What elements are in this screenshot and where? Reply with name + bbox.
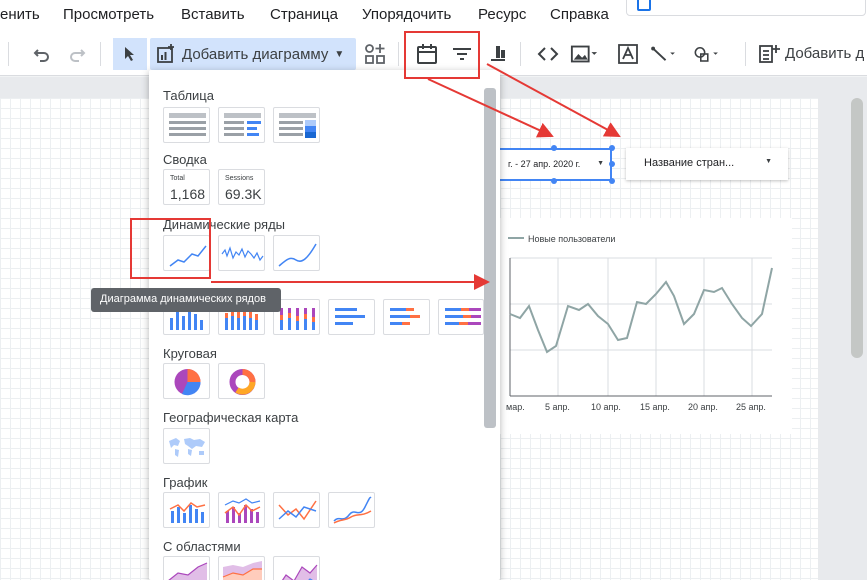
annotation-arrows bbox=[211, 63, 621, 290]
